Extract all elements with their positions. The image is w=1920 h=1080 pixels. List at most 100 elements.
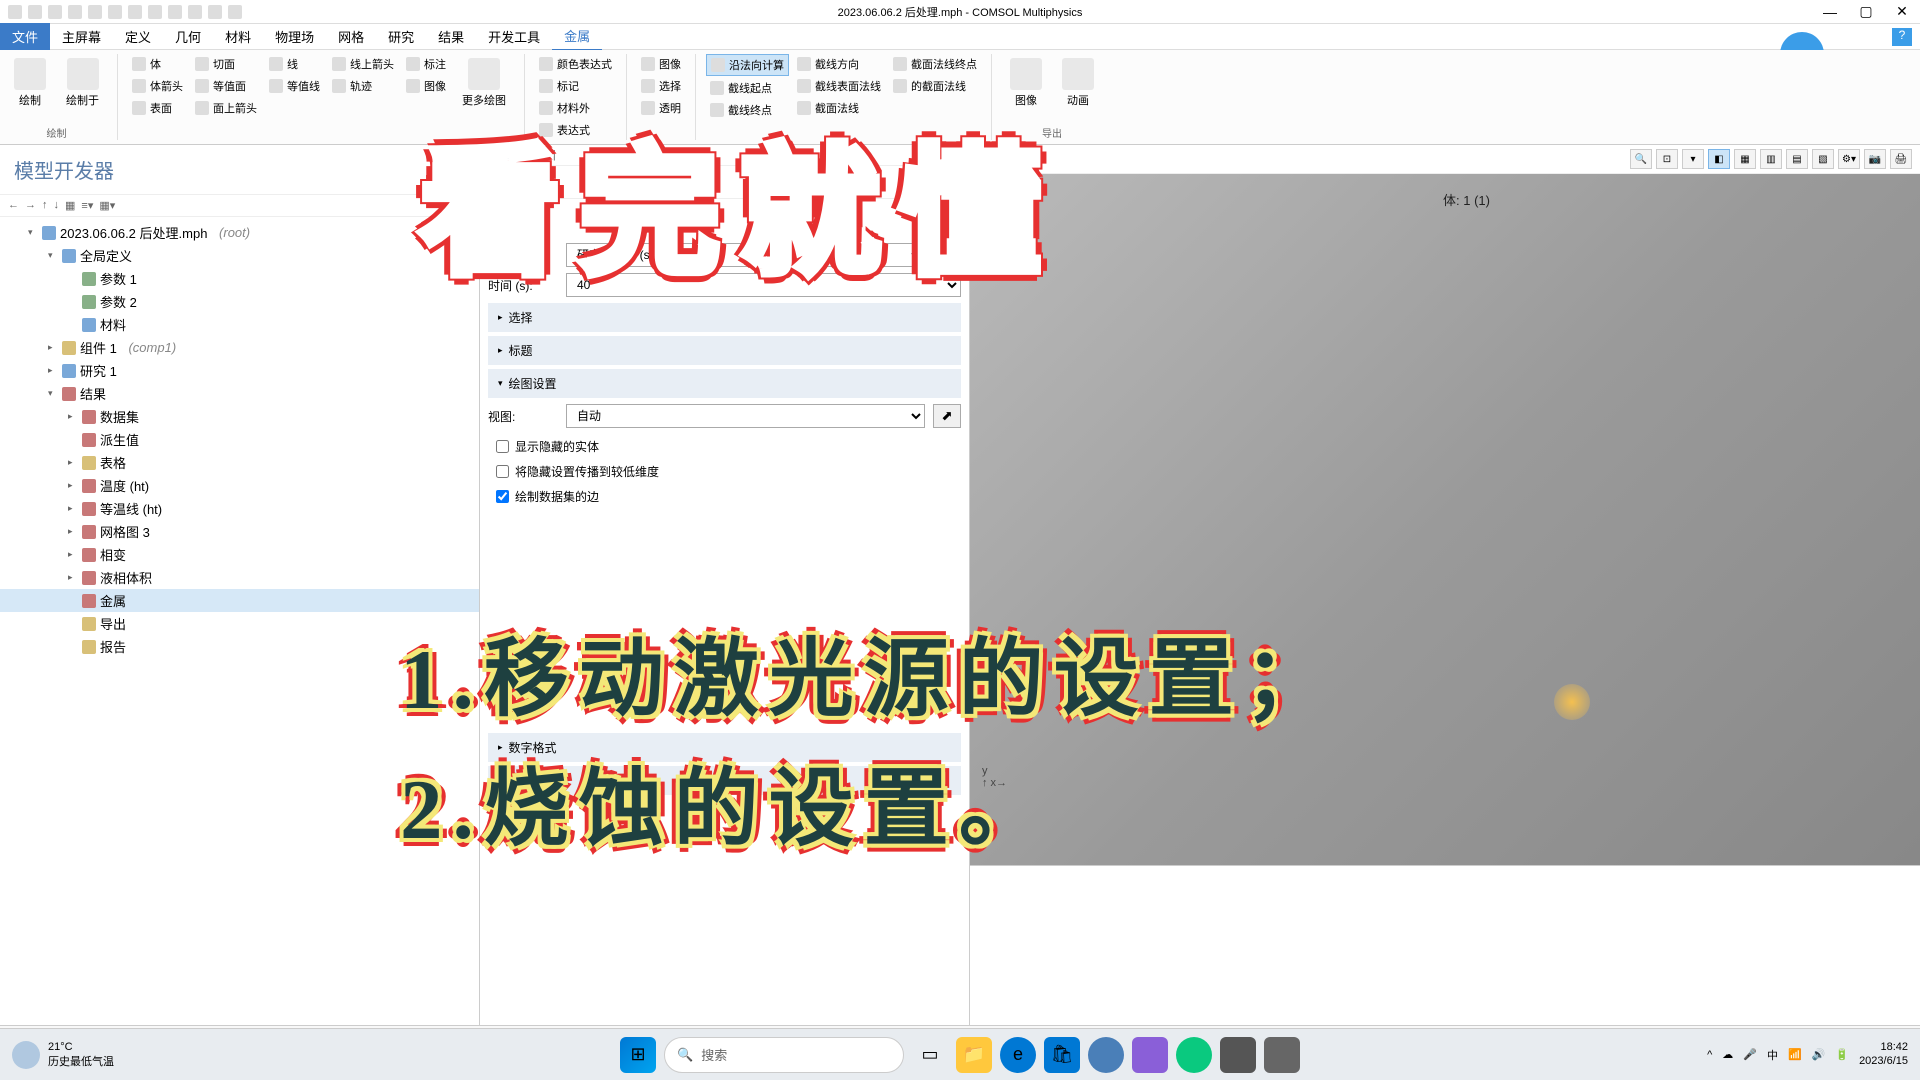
tab-developer[interactable]: 开发工具 <box>476 23 552 50</box>
tray-battery-icon[interactable]: 🔋 <box>1835 1048 1849 1061</box>
ribbon-surface[interactable]: 表面 <box>128 98 187 118</box>
qat-icon-11[interactable] <box>228 5 242 19</box>
tree-results[interactable]: ▾结果 <box>0 382 479 405</box>
tree-root[interactable]: ▾2023.06.06.2 后处理.mph (root) <box>0 221 479 244</box>
tree-mesh3[interactable]: ▸网格图 3 <box>0 520 479 543</box>
gt-reset-icon[interactable]: ⊡ <box>1656 149 1678 169</box>
ribbon-cutplane-end[interactable]: 截面法线终点 <box>889 54 981 74</box>
tree-comp1[interactable]: ▸组件 1 (comp1) <box>0 336 479 359</box>
tab-metal[interactable]: 金属 <box>552 22 602 51</box>
gt-dropdown-icon[interactable]: ▾ <box>1682 149 1704 169</box>
tree-nav-back-icon[interactable]: ← <box>8 199 19 212</box>
gt-print-icon[interactable]: 🖨 <box>1890 149 1912 169</box>
app5-icon[interactable] <box>1264 1037 1300 1073</box>
settings-nav-last-icon[interactable]: →| <box>542 149 556 161</box>
tree-tables[interactable]: ▸表格 <box>0 451 479 474</box>
tab-physics[interactable]: 物理场 <box>263 23 326 50</box>
section-window-settings[interactable]: ▸窗口设置 <box>488 766 961 795</box>
tray-ime[interactable]: 中 <box>1767 1047 1778 1063</box>
qat-icon-9[interactable] <box>188 5 202 19</box>
tree-more-icon[interactable]: ▦▾ <box>99 199 115 212</box>
qat-icon-10[interactable] <box>208 5 222 19</box>
ribbon-cutline-dir[interactable]: 截线方向 <box>793 54 885 74</box>
comsol-taskbar-icon[interactable] <box>1220 1037 1256 1073</box>
tab-home[interactable]: 主屏幕 <box>50 23 113 50</box>
ribbon-marker[interactable]: 标记 <box>535 76 616 96</box>
ribbon-streamline[interactable]: 轨迹 <box>328 76 398 96</box>
ribbon-contour[interactable]: 等值线 <box>265 76 324 96</box>
dataset-select[interactable]: 研究 1/解 1 (sol1) <box>566 243 925 267</box>
minimize-button[interactable]: — <box>1820 4 1840 20</box>
tree-phase[interactable]: ▸相变 <box>0 543 479 566</box>
app1-icon[interactable] <box>1088 1037 1124 1073</box>
tab-geometry[interactable]: 几何 <box>163 23 213 50</box>
tab-materials[interactable]: 材料 <box>213 23 263 50</box>
start-button-icon[interactable]: ⊞ <box>620 1037 656 1073</box>
tree-study1[interactable]: ▸研究 1 <box>0 359 479 382</box>
taskbar-search[interactable]: 🔍 搜索 <box>664 1037 904 1073</box>
weather-icon[interactable] <box>12 1041 40 1069</box>
gt-view2-icon[interactable]: ▦ <box>1734 149 1756 169</box>
new-icon[interactable] <box>28 5 42 19</box>
tray-volume-icon[interactable]: 🔊 <box>1812 1048 1826 1061</box>
ribbon-slice[interactable]: 切面 <box>191 54 261 74</box>
graphics-3d-view[interactable]: 体: 1 (1) y↑ x→ <box>970 174 1920 865</box>
gt-settings-icon[interactable]: ⚙▾ <box>1838 149 1860 169</box>
ribbon-volume[interactable]: 体 <box>128 54 187 74</box>
tree-report[interactable]: 报告 <box>0 635 479 658</box>
tree-nav-down-icon[interactable]: ↓ <box>54 199 60 212</box>
section-plot-settings[interactable]: ▾绘图设置 <box>488 369 961 398</box>
ribbon-arrow-vol[interactable]: 体箭头 <box>128 76 187 96</box>
redo-icon[interactable] <box>108 5 122 19</box>
section-number-format[interactable]: ▸数字格式 <box>488 733 961 762</box>
app2-icon[interactable] <box>1132 1037 1168 1073</box>
help-icon[interactable]: ? <box>1892 28 1912 46</box>
tab-file[interactable]: 文件 <box>0 23 50 50</box>
view-select[interactable]: 自动 <box>566 404 925 428</box>
cb-show-hidden[interactable] <box>496 440 509 453</box>
copy-icon[interactable] <box>128 5 142 19</box>
tree-show-icon[interactable]: ≡▾ <box>81 199 93 212</box>
ribbon-isosurface[interactable]: 等值面 <box>191 76 261 96</box>
explorer-icon[interactable]: 📁 <box>956 1037 992 1073</box>
ribbon-plotin-button[interactable]: 绘制于 <box>58 54 107 112</box>
gt-zoom-icon[interactable]: 🔍 <box>1630 149 1652 169</box>
tray-chevron-icon[interactable]: ^ <box>1707 1049 1712 1061</box>
ribbon-annotation[interactable]: 标注 <box>402 54 450 74</box>
store-icon[interactable]: 🛍 <box>1044 1037 1080 1073</box>
taskview-icon[interactable]: ▭ <box>912 1037 948 1073</box>
tab-results[interactable]: 结果 <box>426 23 476 50</box>
tree-liquid[interactable]: ▸液相体积 <box>0 566 479 589</box>
gt-view5-icon[interactable]: ▧ <box>1812 149 1834 169</box>
maximize-button[interactable]: ▢ <box>1856 3 1876 20</box>
ribbon-plot-button[interactable]: 绘制 <box>6 54 54 112</box>
gt-snapshot-icon[interactable]: 📷 <box>1864 149 1886 169</box>
ribbon-cutplane-normal[interactable]: 截面法线 <box>793 98 885 118</box>
ribbon-image[interactable]: 图像 <box>402 76 450 96</box>
delete-icon[interactable] <box>168 5 182 19</box>
gt-view3-icon[interactable]: ▥ <box>1760 149 1782 169</box>
ribbon-normal-eval[interactable]: 沿法向计算 <box>706 54 789 76</box>
ribbon-arrow-surf[interactable]: 面上箭头 <box>191 98 261 118</box>
time-select[interactable]: 40 <box>566 273 961 297</box>
gt-view4-icon[interactable]: ▤ <box>1786 149 1808 169</box>
close-button[interactable]: ✕ <box>1892 3 1912 20</box>
ribbon-arrow-line[interactable]: 线上箭头 <box>328 54 398 74</box>
view-goto-button[interactable]: ⬈ <box>933 404 961 428</box>
ribbon-material-ext[interactable]: 材料外 <box>535 98 616 118</box>
ribbon-transparent[interactable]: 透明 <box>637 98 685 118</box>
taskbar-clock[interactable]: 18:42 2023/6/15 <box>1859 1041 1908 1067</box>
ribbon-line[interactable]: 线 <box>265 54 324 74</box>
tree-metal[interactable]: 金属 <box>0 589 479 612</box>
ribbon-export-image[interactable]: 图像 <box>1002 54 1050 112</box>
settings-nav-first-icon[interactable]: |← <box>522 149 536 161</box>
ribbon-color-expr[interactable]: 颜色表达式 <box>535 54 616 74</box>
tree-param2[interactable]: 参数 2 <box>0 290 479 313</box>
edge-icon[interactable]: e <box>1000 1037 1036 1073</box>
tree-datasets[interactable]: ▸数据集 <box>0 405 479 428</box>
app3-icon[interactable] <box>1176 1037 1212 1073</box>
undo-icon[interactable] <box>88 5 102 19</box>
tray-wifi-icon[interactable]: 📶 <box>1788 1048 1802 1061</box>
tree-materials[interactable]: 材料 <box>0 313 479 336</box>
cb-plot-edges[interactable] <box>496 490 509 503</box>
